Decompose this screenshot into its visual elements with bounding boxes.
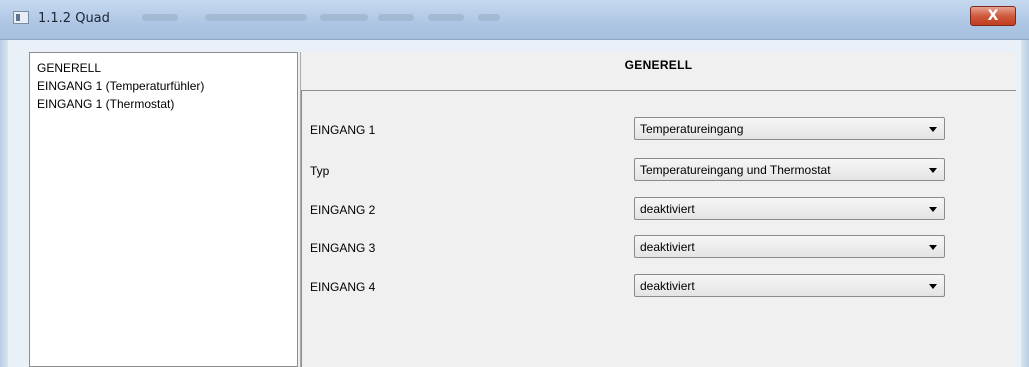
blurred-menu-item (378, 14, 414, 21)
chevron-down-icon[interactable] (929, 168, 937, 173)
window-title: 1.1.2 Quad (38, 11, 110, 26)
nav-item-label: EINGANG 1 (Temperaturfühler) (37, 79, 205, 93)
eingang3-select[interactable]: deaktiviert (634, 235, 945, 258)
chevron-down-icon[interactable] (929, 207, 937, 212)
blurred-menu-item (205, 14, 307, 21)
blurred-menu-item (428, 14, 464, 21)
row-label-eingang4: EINGANG 4 (310, 280, 376, 294)
app-icon (13, 11, 29, 24)
row-label-eingang2: EINGANG 2 (310, 203, 376, 217)
panel-title: GENERELL (624, 58, 693, 72)
parameter-content: EINGANG 1 Temperatureingang Typ Temperat… (301, 90, 1016, 367)
nav-item-eingang1-thermostat[interactable]: EINGANG 1 (Thermostat) (30, 95, 297, 113)
row-label-eingang3: EINGANG 3 (310, 241, 376, 255)
row-label-eingang1: EINGANG 1 (310, 123, 376, 137)
select-value: Temperatureingang und Thermostat (640, 163, 831, 177)
nav-item-generell[interactable]: GENERELL (30, 59, 297, 77)
nav-item-eingang1-temperaturfuehler[interactable]: EINGANG 1 (Temperaturfühler) (30, 77, 297, 95)
typ-select[interactable]: Temperatureingang und Thermostat (634, 158, 945, 181)
close-button[interactable]: X (970, 6, 1016, 26)
blurred-menu-item (142, 14, 178, 21)
select-value: Temperatureingang (640, 122, 744, 136)
chevron-down-icon[interactable] (929, 127, 937, 132)
frame-border-right (1021, 40, 1029, 367)
window-title-bar[interactable]: 1.1.2 Quad X (0, 0, 1029, 40)
select-value: deaktiviert (640, 202, 695, 216)
frame-border-left (0, 40, 8, 367)
close-icon: X (987, 8, 999, 24)
parameter-navigation-list[interactable]: GENERELL EINGANG 1 (Temperaturfühler) EI… (29, 52, 298, 367)
select-value: deaktiviert (640, 240, 695, 254)
row-label-typ: Typ (310, 164, 330, 178)
eingang4-select[interactable]: deaktiviert (634, 274, 945, 297)
parameter-panel: GENERELL EINGANG 1 Temperatureingang Typ… (300, 52, 1016, 367)
nav-item-label: GENERELL (37, 61, 102, 75)
eingang2-select[interactable]: deaktiviert (634, 197, 945, 220)
blurred-menu-item (320, 14, 368, 21)
nav-item-label: EINGANG 1 (Thermostat) (37, 97, 175, 111)
blurred-menu-item (478, 14, 500, 21)
chevron-down-icon[interactable] (929, 284, 937, 289)
eingang1-select[interactable]: Temperatureingang (634, 117, 945, 140)
select-value: deaktiviert (640, 279, 695, 293)
chevron-down-icon[interactable] (929, 245, 937, 250)
